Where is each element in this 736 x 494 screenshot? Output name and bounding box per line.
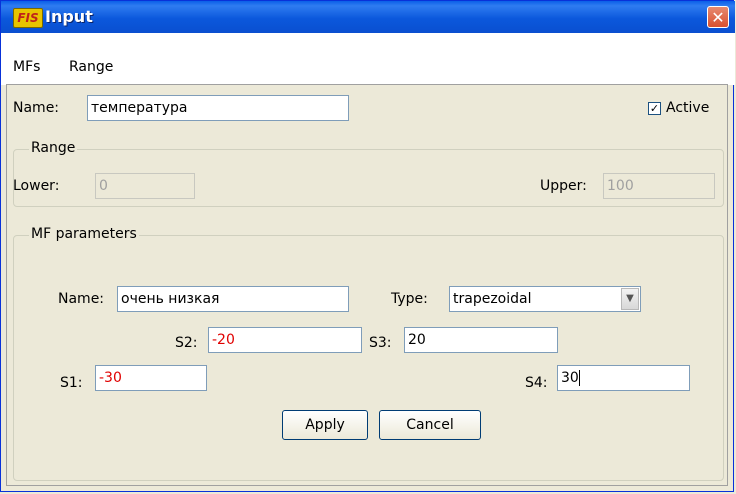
fis-app-icon: FIS (13, 8, 43, 28)
mf-parameters-group (13, 235, 724, 481)
title-bar[interactable]: FIS Input ✕ (1, 1, 735, 33)
mf-type-select[interactable]: trapezoidal (449, 286, 641, 312)
mf-parameters-title: MF parameters (29, 226, 139, 242)
lower-label: Lower: (13, 178, 60, 194)
window-title: Input (45, 7, 93, 26)
mf-type-value: trapezoidal (453, 291, 532, 307)
range-group-title: Range (29, 140, 78, 156)
chevron-down-icon[interactable]: ▼ (621, 288, 639, 310)
s2-label: S2: (175, 335, 198, 351)
s4-label: S4: (525, 375, 548, 391)
s4-field[interactable]: 30 (557, 365, 690, 391)
upper-label: Upper: (540, 178, 587, 194)
upper-field: 100 (603, 173, 715, 199)
lower-field: 0 (95, 173, 195, 199)
s3-label: S3: (369, 335, 392, 351)
active-label: Active (666, 100, 710, 116)
content-panel: Name: температура ✓ Active Range Lower: … (6, 84, 728, 486)
text-caret (578, 370, 580, 386)
s4-value: 30 (561, 370, 579, 386)
s3-field[interactable]: 20 (404, 327, 558, 353)
mf-name-field[interactable]: очень низкая (117, 286, 349, 312)
variable-name-field[interactable]: температура (87, 95, 349, 121)
variable-name-label: Name: (13, 100, 60, 116)
menu-range[interactable]: Range (69, 59, 113, 75)
mf-name-label: Name: (58, 291, 105, 307)
s2-field[interactable]: -20 (208, 327, 362, 353)
mf-type-label: Type: (391, 291, 428, 307)
menu-mfs[interactable]: MFs (13, 59, 40, 75)
s1-field[interactable]: -30 (95, 365, 207, 391)
close-button[interactable]: ✕ (707, 6, 729, 28)
s1-label: S1: (60, 375, 83, 391)
cancel-button[interactable]: Cancel (379, 410, 481, 440)
apply-button[interactable]: Apply (282, 410, 368, 440)
active-checkbox[interactable]: ✓ (648, 102, 661, 115)
